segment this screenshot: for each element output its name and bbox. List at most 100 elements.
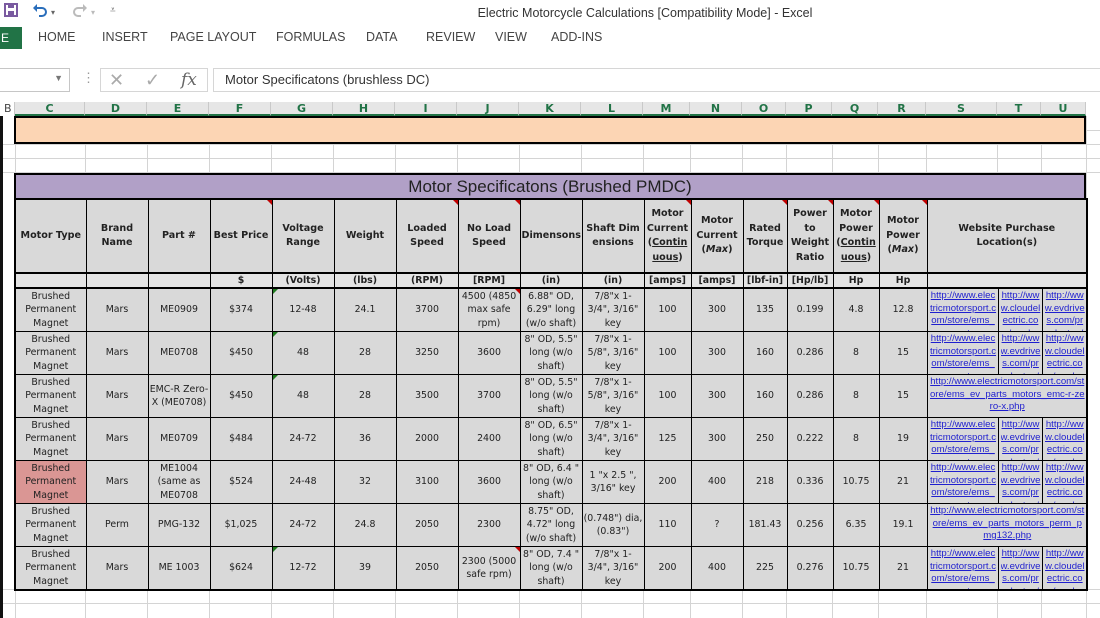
comment-indicator-icon[interactable] (873, 201, 878, 205)
purchase-link[interactable]: http://www.cloudelectric.com/produc (1041, 331, 1089, 375)
purchase-link-text[interactable]: http://www.evdrives.com/product_p/ (1001, 333, 1041, 374)
col-header-s[interactable]: S (926, 102, 997, 116)
shaft-cell[interactable]: 7/8"x 1-5/8", 3/16" key (581, 331, 645, 375)
torque-cell[interactable]: 250 (742, 417, 788, 461)
no-load-speed-cell[interactable]: 2300 (5000 safe rpm) (457, 546, 521, 591)
header-best-price[interactable]: Best Price (209, 198, 273, 274)
torque-cell[interactable]: 225 (742, 546, 788, 591)
purchase-link[interactable]: http://www.evdrives.com/product_p/ (997, 331, 1043, 375)
unit-cell[interactable] (14, 272, 87, 289)
current-max-cell[interactable]: 300 (690, 374, 744, 418)
power-weight-cell[interactable]: 0.286 (786, 374, 834, 418)
purchase-link[interactable]: http://www.electricmotorsport.com/store/… (926, 546, 999, 591)
brand-cell[interactable]: Mars (85, 374, 149, 418)
header-motor-type[interactable]: Motor Type (14, 198, 87, 274)
weight-cell[interactable]: 28 (333, 374, 397, 418)
tab-view[interactable]: VIEW (495, 30, 527, 44)
purchase-link-text[interactable]: http://www.electricmotorsport.com/store/… (930, 548, 997, 588)
unit-cell[interactable]: (RPM) (395, 272, 459, 289)
dimensions-cell[interactable]: 8.75" OD, 4.72" long (w/o shaft) (519, 503, 583, 547)
power-weight-cell[interactable]: 0.199 (786, 287, 834, 332)
voltage-cell[interactable]: 12-48 (271, 287, 335, 332)
tab-page-layout[interactable]: PAGE LAYOUT (170, 30, 256, 44)
col-header-e[interactable]: E (147, 102, 209, 116)
purchase-link-text[interactable]: http://www.cloudelectric.com/produc (1001, 290, 1041, 331)
error-indicator-icon[interactable] (273, 375, 278, 380)
col-header-l[interactable]: L (581, 102, 643, 116)
purchase-link-text[interactable]: http://www.electricmotorsport.com/store/… (930, 462, 997, 503)
shaft-cell[interactable]: 7/8"x 1-3/4", 3/16" key (581, 546, 645, 591)
motor-type-cell[interactable]: Brushed Permanent Magnet (14, 331, 87, 375)
orange-section-band[interactable] (14, 116, 1086, 144)
col-header-q[interactable]: Q (832, 102, 878, 116)
no-load-speed-cell[interactable]: 3700 (457, 374, 521, 418)
purchase-link-text[interactable]: http://www.evdrives.com/product_p/ (1001, 548, 1041, 588)
purchase-link[interactable]: http://www.electricmotorsport.com/store/… (926, 503, 1089, 547)
purchase-link[interactable]: http://www.evdrives.com/product_p/ (997, 546, 1043, 591)
shaft-cell[interactable]: 7/8"x 1-3/4", 3/16" key (581, 417, 645, 461)
power-max-cell[interactable]: 19.1 (878, 503, 928, 547)
comment-indicator-icon[interactable] (514, 547, 519, 552)
weight-cell[interactable]: 28 (333, 331, 397, 375)
purchase-link[interactable]: http://www.cloudelectric.com/produc (1041, 546, 1089, 591)
weight-cell[interactable]: 32 (333, 460, 397, 504)
purchase-link-text[interactable]: http://www.electricmotorsport.com/store/… (930, 419, 997, 460)
part-number-cell[interactable]: ME0709 (147, 417, 211, 461)
header-part-number[interactable]: Part # (147, 198, 211, 274)
power-weight-cell[interactable]: 0.256 (786, 503, 834, 547)
dimensions-cell[interactable]: 8" OD, 7.4 " long (w/o shaft) (519, 546, 583, 591)
header-brand-name[interactable]: Brand Name (85, 198, 149, 274)
purchase-link-text[interactable]: http://www.electricmotorsport.com/store/… (930, 505, 1086, 546)
unit-cell[interactable]: [lbf-in] (742, 272, 788, 289)
price-cell[interactable]: $450 (209, 374, 273, 418)
unit-cell[interactable]: (in) (581, 272, 645, 289)
loaded-speed-cell[interactable]: 2050 (395, 503, 459, 547)
unit-cell[interactable]: [amps] (643, 272, 692, 289)
power-continuous-cell[interactable]: 8 (832, 331, 880, 375)
name-box-dropdown-icon[interactable]: ▼ (54, 73, 63, 83)
purchase-link[interactable]: http://www.electricmotorsport.com/store/… (926, 287, 999, 332)
header-motor-power-max[interactable]: Motor Power (Max) (878, 198, 928, 274)
price-cell[interactable]: $450 (209, 331, 273, 375)
comment-indicator-icon[interactable] (685, 201, 690, 205)
col-header-c[interactable]: C (15, 102, 85, 116)
header-loaded-speed[interactable]: Loaded Speed (395, 198, 459, 274)
voltage-cell[interactable]: 48 (271, 331, 335, 375)
current-continuous-cell[interactable]: 100 (643, 374, 692, 418)
unit-cell[interactable]: Hp (878, 272, 928, 289)
voltage-cell[interactable]: 24-72 (271, 417, 335, 461)
power-max-cell[interactable]: 19 (878, 417, 928, 461)
power-weight-cell[interactable]: 0.286 (786, 331, 834, 375)
power-continuous-cell[interactable]: 8 (832, 374, 880, 418)
voltage-cell[interactable]: 48 (271, 374, 335, 418)
purchase-link-text[interactable]: http://www.evdrives.com/product_p/ (1045, 290, 1086, 331)
formula-input[interactable]: Motor Specificatons (brushless DC) (213, 68, 1100, 92)
part-number-cell[interactable]: EMC-R Zero-X (ME0708) (147, 374, 211, 418)
header-motor-power-continuous[interactable]: Motor Power (Continuous) (832, 198, 880, 274)
price-cell[interactable]: $624 (209, 546, 273, 591)
weight-cell[interactable]: 39 (333, 546, 397, 591)
brand-cell[interactable]: Mars (85, 287, 149, 332)
shaft-cell[interactable]: 7/8"x 1-5/8", 3/16" key (581, 374, 645, 418)
price-cell[interactable]: $524 (209, 460, 273, 504)
unit-cell[interactable]: [RPM] (457, 272, 521, 289)
power-max-cell[interactable]: 15 (878, 374, 928, 418)
current-continuous-cell[interactable]: 100 (643, 287, 692, 332)
shaft-cell[interactable]: 7/8"x 1-3/4", 3/16" key (581, 287, 645, 332)
power-continuous-cell[interactable]: 6.35 (832, 503, 880, 547)
loaded-speed-cell[interactable]: 3100 (395, 460, 459, 504)
shaft-cell[interactable]: 1 "x 2.5 ", 3/16" key (581, 460, 645, 504)
purchase-link-text[interactable]: http://www.cloudelectric.com/produc (1045, 548, 1086, 588)
cancel-icon[interactable]: ✕ (109, 70, 124, 91)
error-indicator-icon[interactable] (273, 289, 278, 294)
unit-cell[interactable]: [Hp/lb] (786, 272, 834, 289)
comment-indicator-icon[interactable] (514, 289, 519, 294)
price-cell[interactable]: $484 (209, 417, 273, 461)
dimensions-cell[interactable]: 8" OD, 6.5" long (w/o shaft) (519, 417, 583, 461)
tab-insert[interactable]: INSERT (102, 30, 148, 44)
current-max-cell[interactable]: 300 (690, 287, 744, 332)
error-indicator-icon[interactable] (273, 547, 278, 552)
no-load-speed-cell[interactable]: 2400 (457, 417, 521, 461)
purchase-link[interactable]: http://www.electricmotorsport.com/store/… (926, 374, 1089, 418)
loaded-speed-cell[interactable]: 3700 (395, 287, 459, 332)
